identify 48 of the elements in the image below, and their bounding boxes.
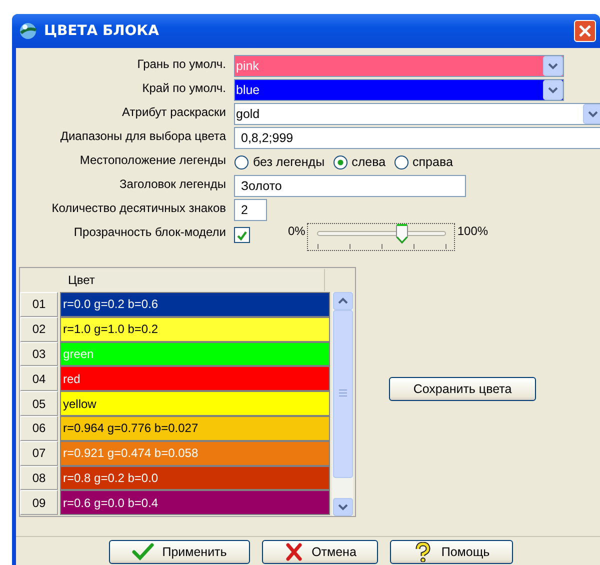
min-label: 0% xyxy=(288,224,306,238)
field-label: Грань по умолч. xyxy=(137,56,226,71)
dropdown[interactable]: gold xyxy=(234,103,600,125)
row-number[interactable]: 06 xyxy=(20,416,58,441)
input-field[interactable]: 0,8,2;999 xyxy=(234,127,600,149)
row-number[interactable]: 04 xyxy=(20,366,58,392)
checkbox[interactable] xyxy=(234,227,250,243)
color-cell[interactable]: r=0.964 g=0.776 b=0.027 xyxy=(60,416,330,441)
check-icon xyxy=(236,230,248,240)
color-cell[interactable]: r=1.0 g=1.0 b=0.2 xyxy=(60,316,330,342)
row-number[interactable]: 09 xyxy=(20,490,58,516)
field-label: Прозрачность блок-модели xyxy=(74,224,226,239)
globe-icon xyxy=(18,21,38,41)
color-cell[interactable]: r=0.8 g=0.2 b=0.0 xyxy=(60,466,330,490)
close-button[interactable] xyxy=(574,20,596,42)
field-label: Местоположение легенды xyxy=(80,152,226,167)
row-number[interactable]: 02 xyxy=(20,316,58,342)
dialog-button[interactable]: Применить xyxy=(109,540,250,564)
color-cell[interactable]: red xyxy=(60,366,330,392)
color-cell[interactable]: r=0.6 g=0.0 b=0.4 xyxy=(60,490,330,516)
radio-option[interactable]: слева xyxy=(332,154,386,170)
field-label: Заголовок легенды xyxy=(120,176,226,191)
max-label: 100% xyxy=(457,224,488,238)
dropdown[interactable]: blue xyxy=(234,79,564,101)
dialog-button[interactable]: Отмена xyxy=(262,540,378,564)
radio-option[interactable]: без легенды xyxy=(234,154,325,170)
row-number[interactable]: 03 xyxy=(20,342,58,366)
row-number[interactable]: 08 xyxy=(20,466,58,490)
field-label: Край по умолч. xyxy=(142,80,226,95)
color-cell[interactable]: yellow xyxy=(60,391,330,416)
row-number[interactable]: 01 xyxy=(20,292,58,317)
color-cell[interactable]: r=0.0 g=0.2 b=0.6 xyxy=(60,292,330,317)
window-title: ЦВЕТА БЛОКА xyxy=(44,23,160,39)
dialog-button[interactable]: Помощь xyxy=(390,540,513,564)
field-label: Диапазоны для выбора цвета xyxy=(60,128,226,143)
cross-icon xyxy=(284,542,304,562)
save-colors-button[interactable]: Сохранить цвета xyxy=(389,377,536,401)
field-label: Атрибут раскраски xyxy=(122,104,226,119)
row-number[interactable]: 07 xyxy=(20,440,58,466)
check-icon xyxy=(132,542,154,562)
row-number[interactable]: 05 xyxy=(20,391,58,416)
dropdown-arrow-icon xyxy=(583,104,600,124)
input-field[interactable]: Золото xyxy=(234,175,466,197)
slider-thumb[interactable] xyxy=(396,224,408,244)
close-icon xyxy=(577,23,593,39)
input-field[interactable]: 2 xyxy=(234,199,267,221)
field-label: Количество десятичных знаков xyxy=(52,200,226,215)
radio-option[interactable]: справа xyxy=(394,154,453,170)
